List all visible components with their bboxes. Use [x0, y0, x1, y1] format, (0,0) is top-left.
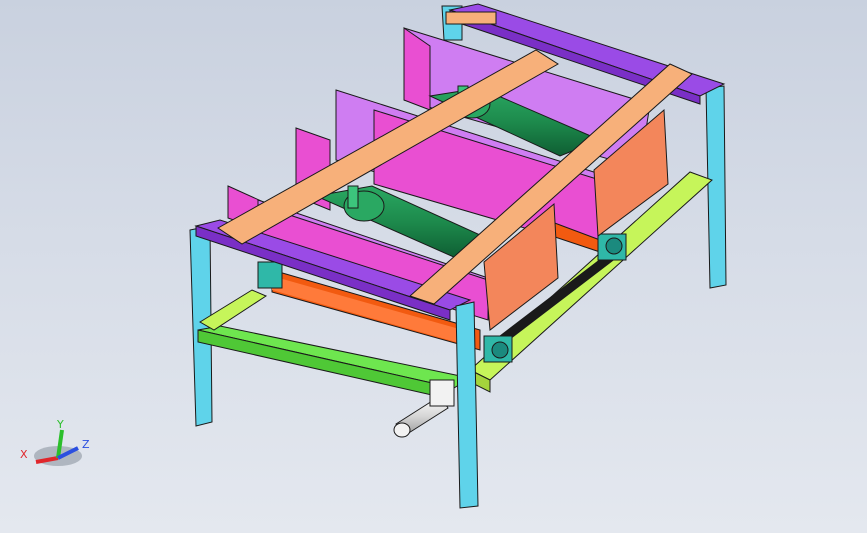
- bearing-left: [257, 261, 283, 289]
- bearing-front: [483, 335, 513, 363]
- cad-viewport[interactable]: X Y Z: [0, 0, 867, 533]
- crossbar-top-left: [445, 11, 497, 25]
- frame-leg-back-right: [705, 85, 727, 289]
- assembly-model[interactable]: [0, 0, 867, 533]
- axis-triad: X Y Z: [20, 418, 90, 466]
- axis-x-label: X: [20, 448, 28, 461]
- frame-leg-front-right: [455, 301, 479, 509]
- axis-z-label: Z: [82, 438, 90, 451]
- bearing-rear: [597, 233, 627, 261]
- axis-y-label: Y: [56, 418, 64, 431]
